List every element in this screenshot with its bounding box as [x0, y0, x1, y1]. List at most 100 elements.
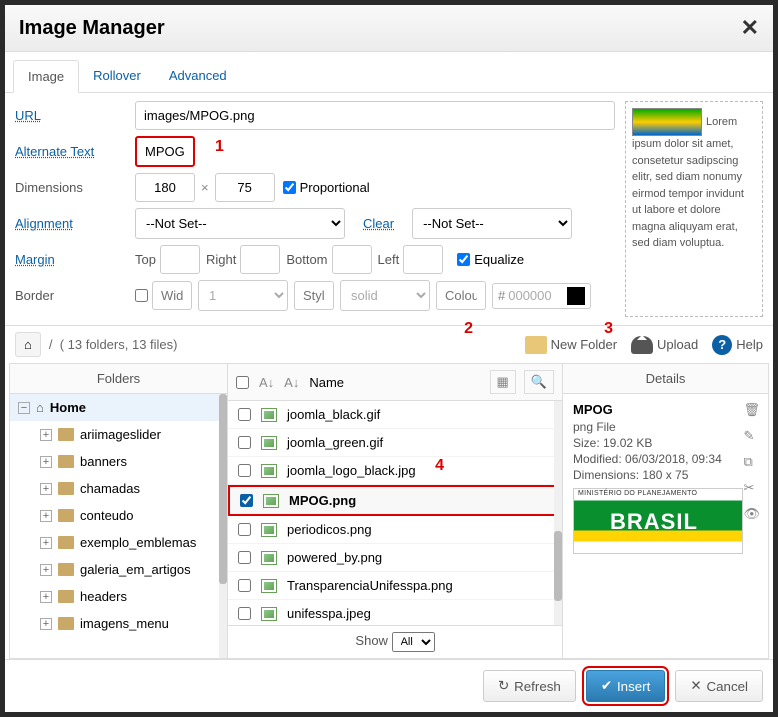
check-icon: ✔ [601, 678, 612, 694]
file-row[interactable]: powered_by.png [228, 544, 562, 572]
alt-label: Alternate Text [15, 144, 135, 159]
clear-select[interactable]: --Not Set-- [412, 208, 572, 239]
file-checkbox[interactable] [238, 607, 251, 620]
file-checkbox[interactable] [238, 436, 251, 449]
detail-title: MPOG [573, 402, 758, 417]
close-icon[interactable]: ✕ [741, 15, 759, 41]
upload-button[interactable]: Upload [631, 336, 698, 354]
tree-folder[interactable]: +chamadas [10, 475, 227, 502]
border-stylenum-select[interactable]: 1 [198, 280, 288, 311]
image-icon [261, 436, 277, 450]
image-icon [261, 579, 277, 593]
file-checkbox[interactable] [238, 579, 251, 592]
expand-icon[interactable]: + [40, 483, 52, 495]
grid-view-icon[interactable]: ▦ [490, 370, 516, 394]
file-checkbox[interactable] [238, 551, 251, 564]
expand-icon[interactable]: + [40, 591, 52, 603]
home-icon: ⌂ [36, 400, 44, 415]
file-name: joomla_black.gif [287, 407, 380, 422]
expand-icon[interactable]: + [40, 456, 52, 468]
modal-title: Image Manager [19, 17, 165, 40]
home-icon[interactable]: ⌂ [15, 332, 41, 357]
folder-icon [58, 617, 74, 630]
margin-top-label: Top [135, 252, 156, 267]
margin-top-input[interactable] [160, 245, 200, 274]
tree-folder[interactable]: +imagens_menu [10, 610, 227, 637]
equalize-checkbox[interactable] [457, 253, 470, 266]
edit-icon[interactable]: ✎ [743, 428, 760, 444]
sort-ext-icon[interactable]: A↓ [259, 375, 274, 390]
file-row[interactable]: periodicos.png [228, 516, 562, 544]
margin-bottom-input[interactable] [332, 245, 372, 274]
copy-icon[interactable]: ⧉ [743, 454, 760, 470]
file-browser: Folders − ⌂ Home +ariimageslider+banners… [9, 363, 769, 659]
tree-folder[interactable]: +galeria_em_artigos [10, 556, 227, 583]
new-folder-button[interactable]: New Folder [525, 336, 617, 354]
delete-icon[interactable]: 🗑 [743, 402, 760, 418]
view-icon[interactable]: 👁 [743, 506, 760, 522]
color-input[interactable] [508, 288, 563, 303]
file-checkbox[interactable] [238, 523, 251, 536]
url-input[interactable] [135, 101, 615, 130]
file-checkbox[interactable] [238, 408, 251, 421]
border-width-input[interactable] [152, 281, 192, 310]
details-column: Details MPOG png File Size: 19.02 KB Mod… [563, 364, 768, 658]
folders-column: Folders − ⌂ Home +ariimageslider+banners… [10, 364, 228, 658]
tree-home[interactable]: − ⌂ Home [10, 394, 227, 421]
expand-icon[interactable]: + [40, 510, 52, 522]
border-checkbox[interactable] [135, 289, 148, 302]
border-style-label[interactable] [294, 281, 334, 310]
alt-input[interactable] [135, 136, 195, 167]
collapse-icon[interactable]: − [18, 402, 30, 414]
tree-folder[interactable]: + banners [10, 448, 227, 475]
show-select[interactable]: All [392, 632, 435, 652]
detail-image [573, 488, 743, 554]
folders-head: Folders [10, 364, 227, 394]
tree-folder[interactable]: +ariimageslider [10, 421, 227, 448]
help-button[interactable]: ?Help [712, 335, 763, 355]
folder-label: exemplo_emblemas [80, 535, 196, 550]
file-checkbox[interactable] [238, 464, 251, 477]
height-input[interactable] [215, 173, 275, 202]
cancel-button[interactable]: ✕Cancel [675, 670, 763, 702]
expand-icon[interactable]: + [40, 429, 52, 441]
file-row[interactable]: joomla_logo_black.jpg [228, 457, 562, 485]
margin-right-input[interactable] [240, 245, 280, 274]
folder-label: banners [80, 454, 127, 469]
alignment-select[interactable]: --Not Set-- [135, 208, 345, 239]
refresh-button[interactable]: ↻Refresh [483, 670, 576, 702]
tree-folder[interactable]: +headers [10, 583, 227, 610]
tab-image[interactable]: Image [13, 60, 79, 93]
image-icon [261, 607, 277, 621]
file-row[interactable]: MPOG.png [228, 485, 562, 516]
tab-rollover[interactable]: Rollover [79, 60, 155, 92]
form-area: URL Alternate Text 1 Dimensions × Propor… [5, 93, 773, 325]
file-row[interactable]: joomla_black.gif [228, 401, 562, 429]
tab-advanced[interactable]: Advanced [155, 60, 241, 92]
insert-button[interactable]: ✔Insert [586, 670, 666, 702]
name-column-head: Name [309, 375, 344, 390]
expand-icon[interactable]: + [40, 564, 52, 576]
color-picker[interactable]: # [492, 283, 591, 309]
margin-label: Margin [15, 252, 135, 267]
margin-left-input[interactable] [403, 245, 443, 274]
border-colour-label[interactable] [436, 281, 486, 310]
tree-folder[interactable]: + exemplo_emblemas [10, 529, 227, 556]
expand-icon[interactable]: + [40, 537, 52, 549]
file-row[interactable]: unifesspa.jpeg [228, 600, 562, 625]
image-icon [261, 523, 277, 537]
width-input[interactable] [135, 173, 195, 202]
sort-name-icon[interactable]: A↓ [284, 375, 299, 390]
file-row[interactable]: TransparenciaUnifesspa.png [228, 572, 562, 600]
cut-icon[interactable]: ✂ [743, 480, 760, 496]
border-style-select[interactable]: solid [340, 280, 430, 311]
annotation-2: 2 [464, 320, 473, 338]
file-checkbox[interactable] [240, 494, 253, 507]
select-all-checkbox[interactable] [236, 376, 249, 389]
preview-text: Lorem ipsum dolor sit amet, consetetur s… [632, 116, 744, 249]
file-row[interactable]: joomla_green.gif [228, 429, 562, 457]
expand-icon[interactable]: + [40, 618, 52, 630]
tree-folder[interactable]: +conteudo [10, 502, 227, 529]
proportional-checkbox[interactable] [283, 181, 296, 194]
search-icon[interactable]: 🔍 [524, 370, 554, 394]
